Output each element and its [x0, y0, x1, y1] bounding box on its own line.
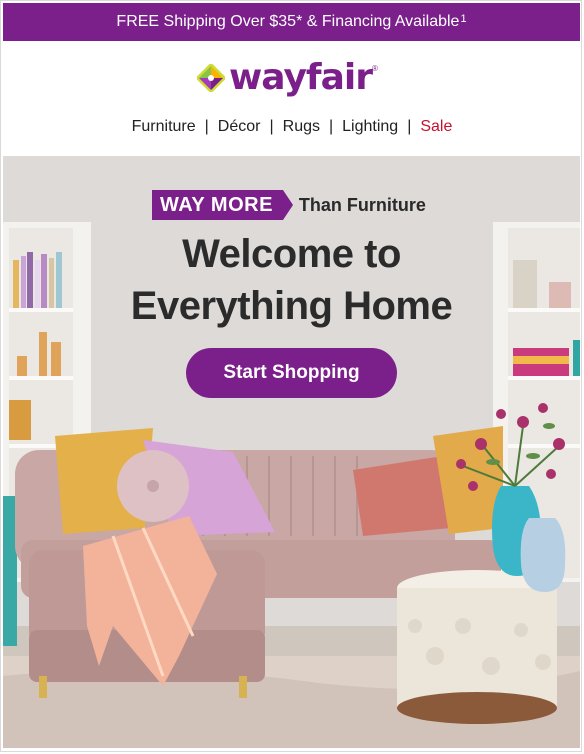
- trademark-symbol: ®: [371, 64, 378, 73]
- nav-item-decor[interactable]: Décor: [218, 118, 261, 136]
- headline-line-1: Welcome to: [182, 232, 401, 276]
- way-more-tag: WAY MORE: [152, 190, 293, 220]
- hero-banner[interactable]: WAY MORE Than Furniture Welcome to Every…: [3, 156, 580, 748]
- brand-wordmark: wayfair: [229, 57, 373, 98]
- hero-tagline: WAY MORE Than Furniture: [152, 190, 426, 220]
- tagline-suffix: Than Furniture: [298, 194, 426, 215]
- hero-headline: Welcome to Everything Home: [3, 228, 580, 332]
- nav-item-furniture[interactable]: Furniture: [132, 118, 196, 136]
- category-nav: Furniture | Décor | Rugs | Lighting | Sa…: [0, 116, 584, 138]
- promo-text: FREE Shipping Over $35* & Financing Avai…: [116, 13, 460, 30]
- wayfair-logo[interactable]: wayfair ®: [197, 58, 378, 98]
- nav-separator: |: [407, 118, 412, 135]
- start-shopping-button[interactable]: Start Shopping: [186, 348, 397, 398]
- nav-separator: |: [329, 118, 334, 135]
- headline-line-2: Everything Home: [130, 284, 453, 328]
- nav-item-sale[interactable]: Sale: [420, 118, 452, 136]
- wayfair-pinwheel-icon: [197, 64, 225, 92]
- promo-footnote: 1: [460, 13, 467, 25]
- nav-separator: |: [204, 118, 209, 135]
- nav-item-lighting[interactable]: Lighting: [342, 118, 398, 136]
- promo-banner[interactable]: FREE Shipping Over $35* & Financing Avai…: [3, 3, 580, 41]
- nav-item-rugs[interactable]: Rugs: [283, 118, 320, 136]
- nav-separator: |: [269, 118, 274, 135]
